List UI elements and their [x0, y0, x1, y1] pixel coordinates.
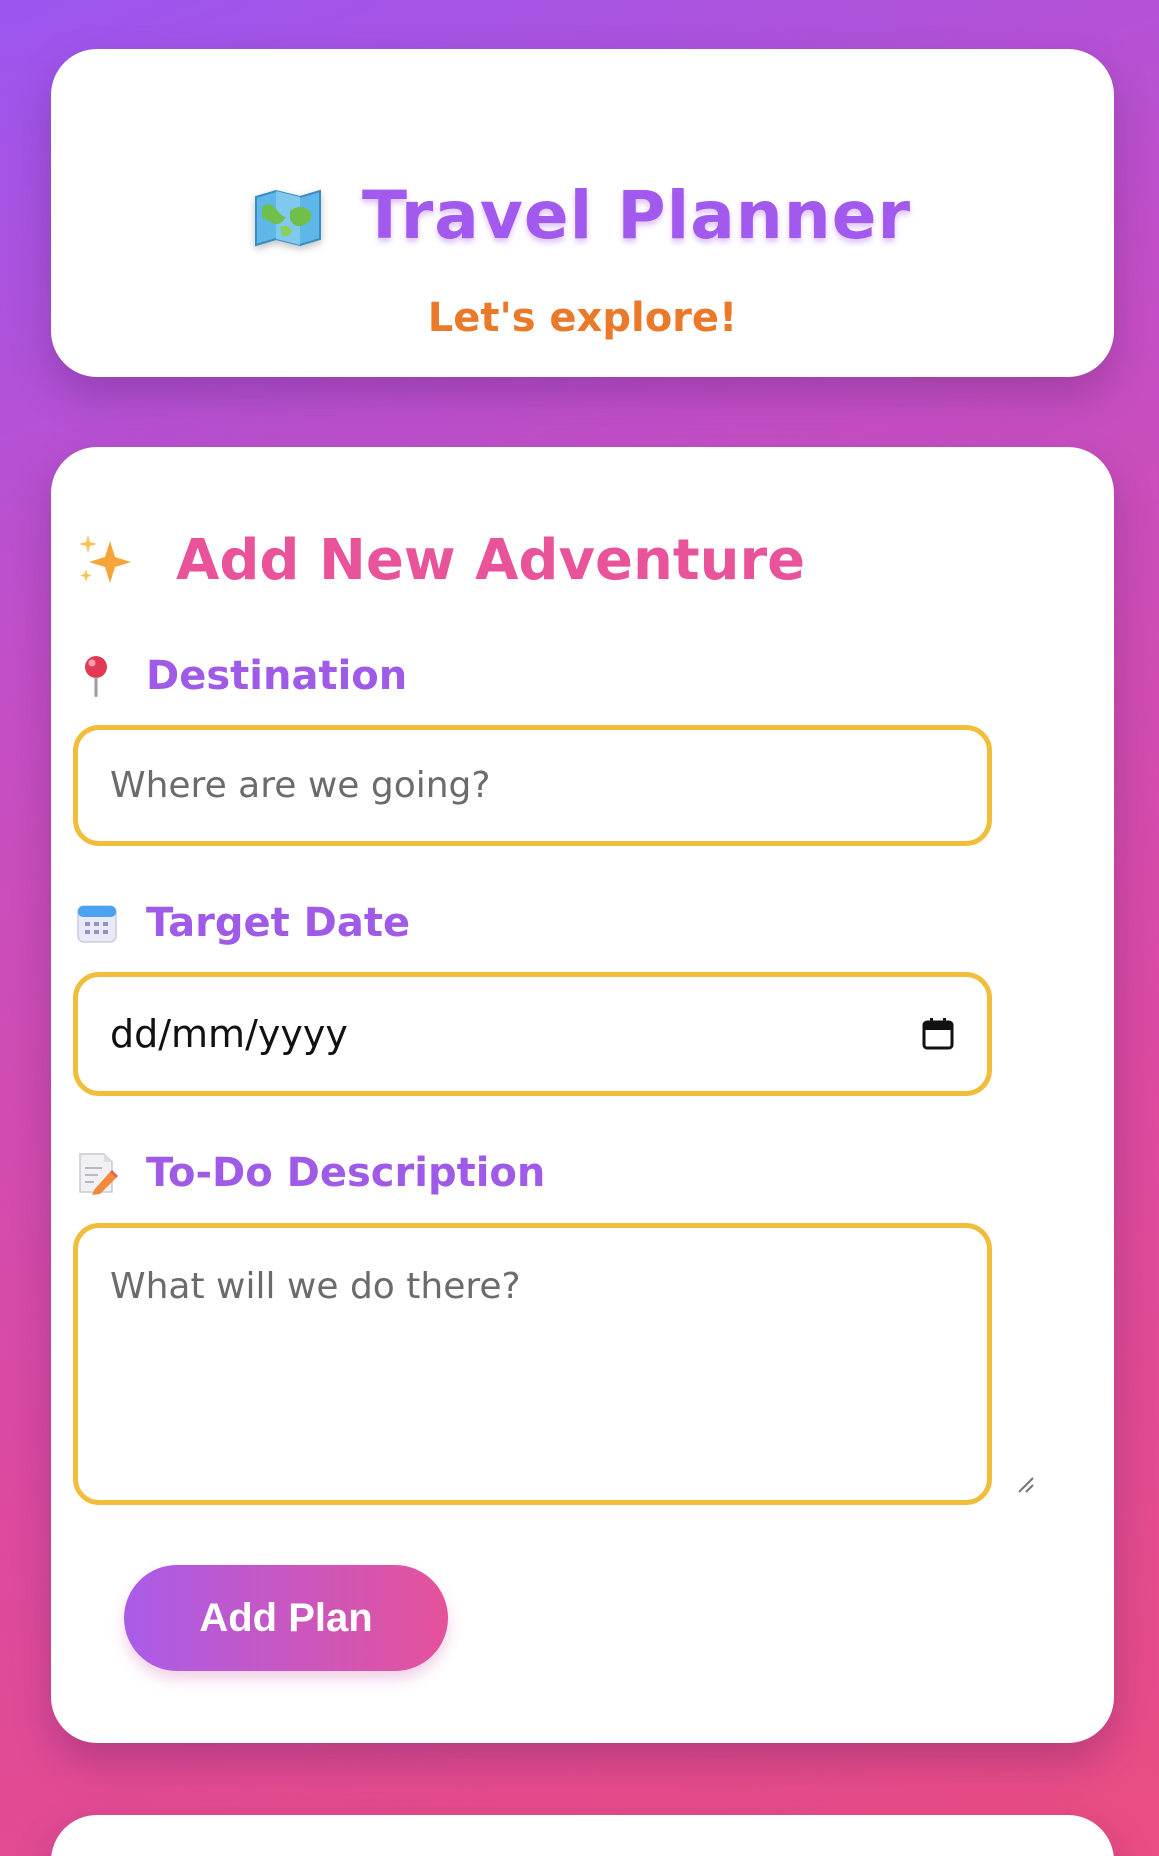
description-label: To-Do Description [76, 1150, 545, 1196]
resize-handle-icon[interactable] [1015, 1474, 1035, 1494]
destination-input[interactable] [73, 725, 992, 846]
world-map-icon [254, 189, 322, 247]
section-header: Add New Adventure [76, 528, 805, 593]
destination-label: Destination [76, 653, 407, 699]
add-plan-button[interactable]: Add Plan [124, 1565, 448, 1671]
sparkles-icon [76, 531, 136, 591]
app-title: Travel Planner [361, 177, 912, 254]
section-title: Add New Adventure [176, 528, 806, 593]
destination-label-text: Destination [146, 653, 408, 699]
description-textarea[interactable] [73, 1223, 992, 1505]
date-label: Target Date [76, 900, 410, 946]
plans-list-card [51, 1815, 1114, 1856]
target-date-input[interactable]: dd/mm/yyyy [73, 972, 992, 1096]
calendar-icon [76, 900, 118, 946]
description-label-text: To-Do Description [146, 1150, 546, 1196]
app-subtitle: Let's explore! [427, 295, 738, 341]
memo-icon [76, 1150, 118, 1196]
header-card: Travel Planner Let's explore! [51, 49, 1114, 377]
date-label-text: Target Date [146, 900, 411, 946]
title-row: Travel Planner [51, 177, 1114, 256]
pushpin-icon [76, 653, 118, 699]
date-value: dd/mm/yyyy [110, 1012, 348, 1056]
calendar-picker-icon[interactable] [921, 1017, 955, 1051]
